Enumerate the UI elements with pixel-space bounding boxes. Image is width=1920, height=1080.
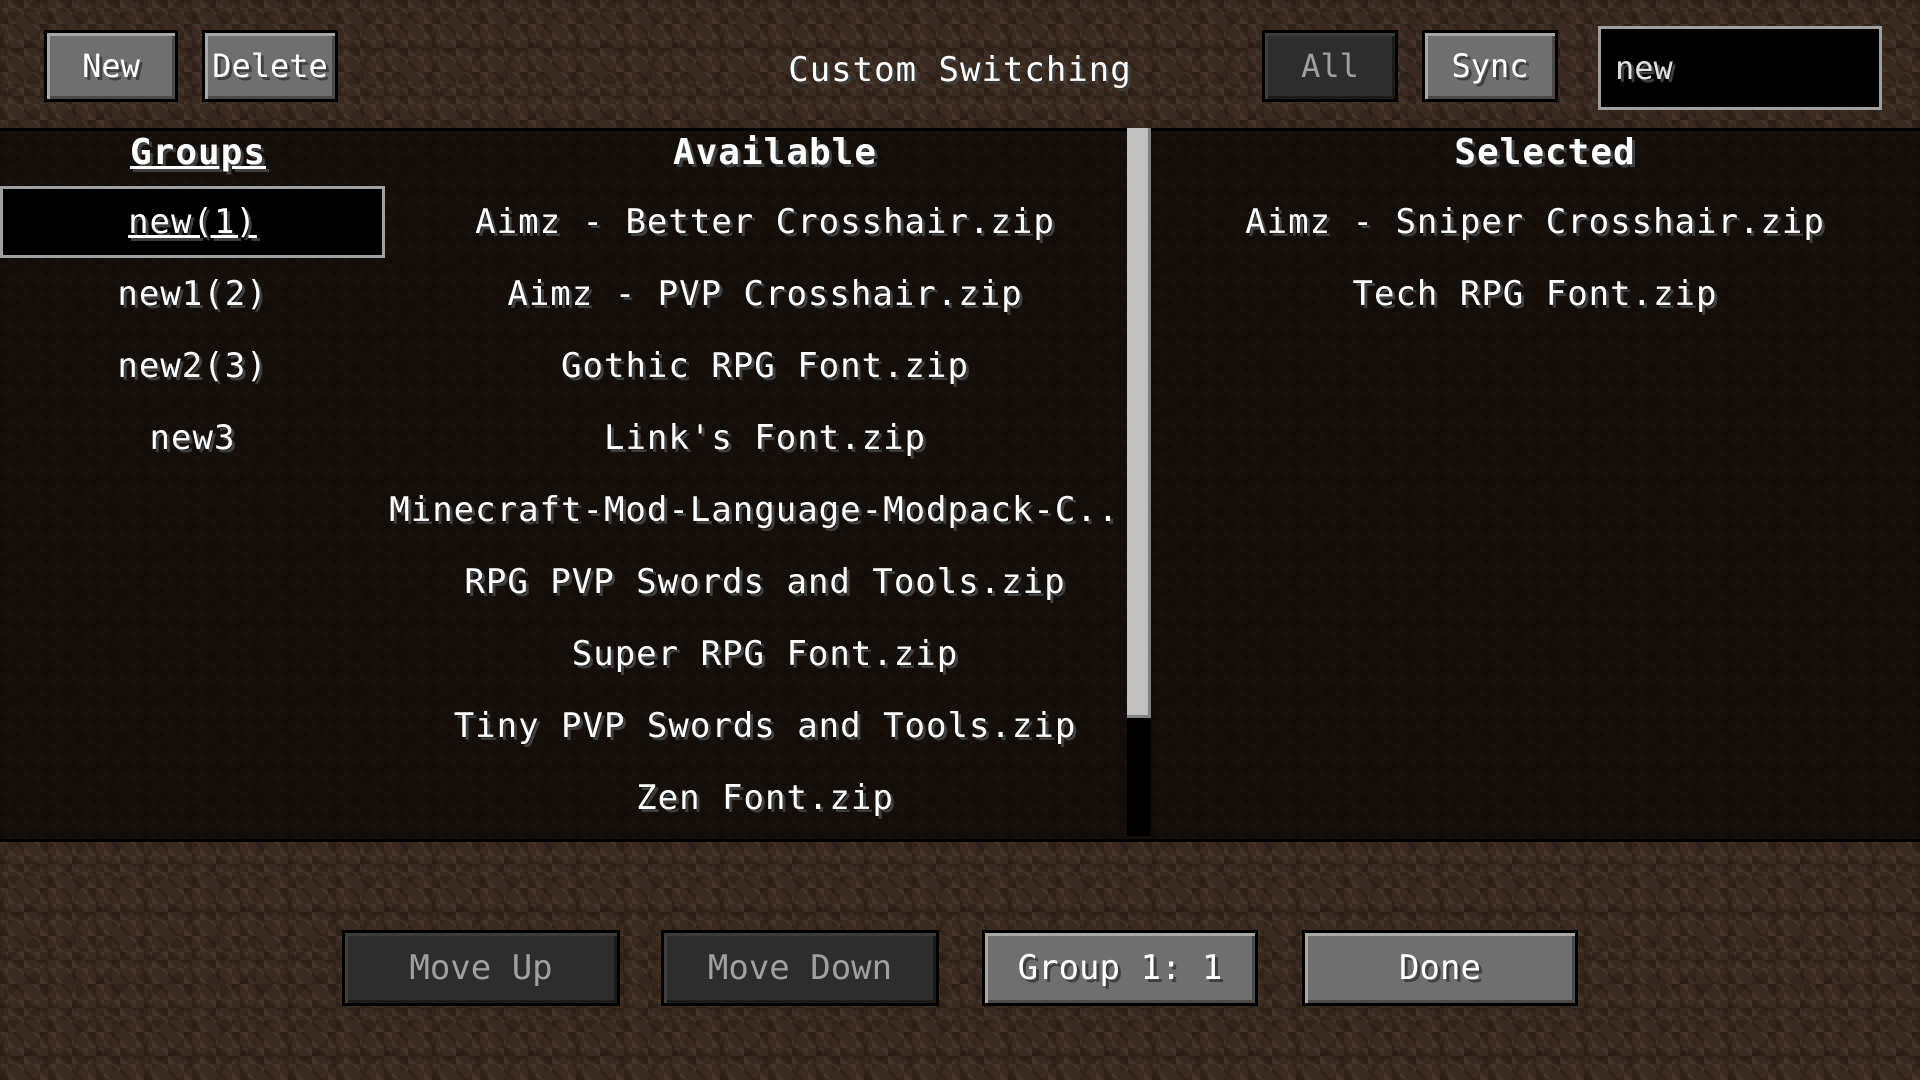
all-button[interactable]: All xyxy=(1262,30,1398,102)
screen-title: Custom Switching xyxy=(788,50,1132,90)
group-cycle-button[interactable]: Group 1: 1 xyxy=(982,930,1258,1006)
available-item[interactable]: Minecraft-Mod-Language-Modpack-C... xyxy=(385,474,1145,546)
scrollbar-thumb[interactable] xyxy=(1127,128,1151,718)
move-down-button[interactable]: Move Down xyxy=(661,930,939,1006)
available-item[interactable]: RPG PVP Swords and Tools.zip xyxy=(385,546,1145,618)
available-item[interactable]: Super RPG Font.zip xyxy=(385,618,1145,690)
sync-button[interactable]: Sync xyxy=(1422,30,1558,102)
new-button[interactable]: New xyxy=(44,30,178,102)
selected-header: Selected xyxy=(1454,132,1636,173)
group-item[interactable]: new2(3) xyxy=(0,330,385,402)
available-item[interactable]: Aimz - Better Crosshair.zip xyxy=(385,186,1145,258)
available-scrollbar[interactable] xyxy=(1127,128,1151,836)
delete-button[interactable]: Delete xyxy=(202,30,338,102)
available-item[interactable]: Zen Font.zip xyxy=(385,762,1145,834)
group-item[interactable]: new1(2) xyxy=(0,258,385,330)
move-up-button[interactable]: Move Up xyxy=(342,930,620,1006)
group-item[interactable]: new(1) xyxy=(0,186,385,258)
selected-item[interactable]: Tech RPG Font.zip xyxy=(1150,258,1920,330)
groups-header: Groups xyxy=(129,132,267,173)
available-item[interactable]: Gothic RPG Font.zip xyxy=(385,330,1145,402)
available-item[interactable]: Tiny PVP Swords and Tools.zip xyxy=(385,690,1145,762)
group-item[interactable]: new3 xyxy=(0,402,385,474)
available-item[interactable]: Aimz - PVP Crosshair.zip xyxy=(385,258,1145,330)
done-button[interactable]: Done xyxy=(1302,930,1578,1006)
search-input[interactable] xyxy=(1598,26,1882,110)
selected-item[interactable]: Aimz - Sniper Crosshair.zip xyxy=(1150,186,1920,258)
available-item[interactable]: Link's Font.zip xyxy=(385,402,1145,474)
available-header: Available xyxy=(672,132,878,173)
